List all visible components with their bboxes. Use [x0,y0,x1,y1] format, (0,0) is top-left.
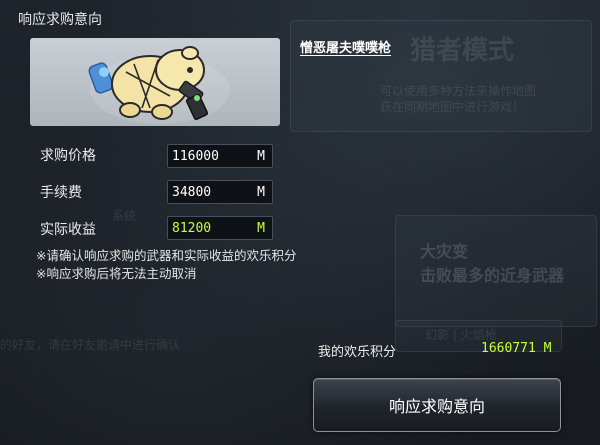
net-income-unit: M [257,221,265,236]
field-label-net-income: 实际收益 [40,222,96,238]
field-label-price: 求购价格 [40,148,96,164]
note-confirm: ※请确认响应求购的武器和实际收益的欢乐积分 [36,248,297,263]
price-unit: M [257,149,265,164]
background-friend-hint: 的好友，请在好友邀请中进行确认 [0,338,181,352]
net-income-field: 81200 M [167,216,273,240]
background-mode-desc-2: 获在同期地图中进行游戏！ [380,100,525,114]
price-value: 116000 [172,149,219,164]
dialog-title: 响应求购意向 [18,12,102,28]
background-mode-title: 猎者模式 [410,36,515,66]
field-label-fee: 手续费 [40,185,82,201]
background-fragment-system: 系统 [112,209,137,223]
plush-creature-gun-icon [88,46,230,124]
fee-value: 34800 [172,185,212,200]
respond-purchase-button-label: 响应求购意向 [388,397,485,416]
item-image [30,38,280,126]
net-income-value: 81200 [172,221,212,236]
my-points-value: 1660771 M [481,341,552,356]
background-mode-desc-1: 可以使用多种方法来操作地图 [380,84,537,98]
fee-unit: M [257,185,265,200]
background-event-desc: 击败最多的近身武器 [420,266,565,285]
note-no-cancel: ※响应求购后将无法主动取消 [36,266,197,281]
respond-purchase-button[interactable]: 响应求购意向 [313,378,561,432]
fee-field: 34800 M [167,180,273,204]
my-points-label: 我的欢乐积分 [318,345,397,360]
item-name-link[interactable]: 憎恶屠夫噗噗枪 [300,37,391,56]
price-field: 116000 M [167,144,273,168]
background-event-title: 大灾变 [420,242,469,261]
